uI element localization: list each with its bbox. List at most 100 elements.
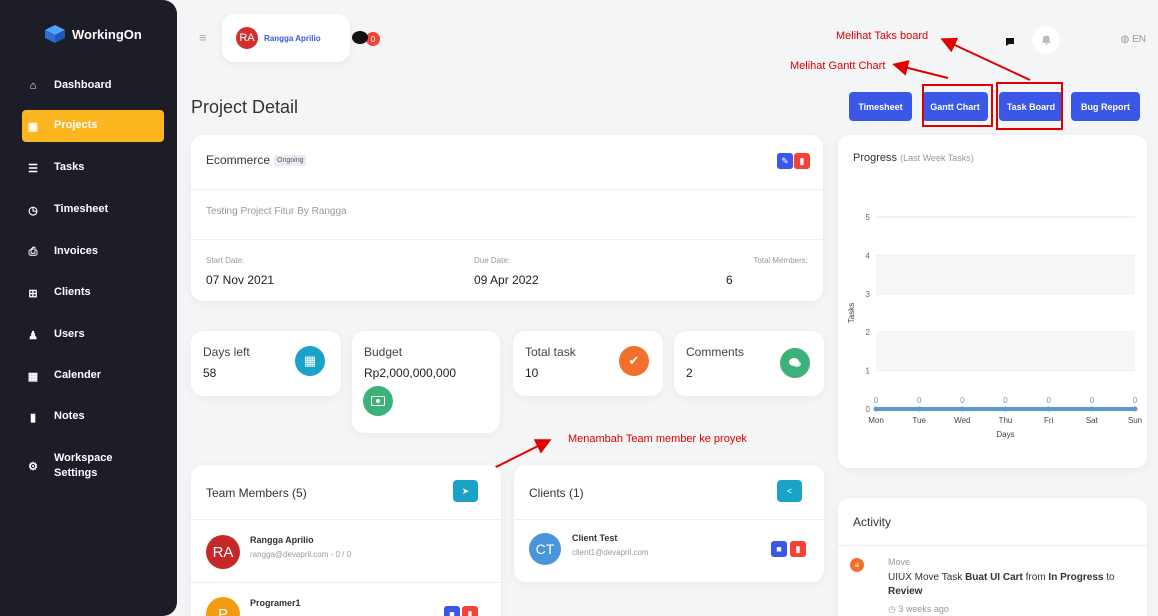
progress-chart: 012345Mon Tue Wed Thu Fri Sat SunDaysTasks0 0 0 0… bbox=[847, 213, 1142, 439]
divider bbox=[838, 545, 1147, 546]
trash-icon: ▮ bbox=[799, 155, 805, 166]
x-tick-label: Wed bbox=[954, 416, 970, 425]
lock-icon: ■ bbox=[449, 609, 455, 616]
y-tick-label: 0 bbox=[866, 405, 871, 414]
data-label: 0 bbox=[1090, 396, 1095, 405]
member-name: Programer1 bbox=[250, 598, 301, 608]
clients-card: Clients (1) < CT Client Test client1@dev… bbox=[514, 465, 824, 582]
x-tick-label: Sat bbox=[1086, 416, 1099, 425]
days-left-label: Days left bbox=[203, 345, 250, 359]
activity-title: Activity bbox=[853, 515, 892, 529]
budget-card: Budget Rp2,000,000,000 bbox=[352, 331, 500, 433]
activity-card: Activity ≡ Move UIUX Move Task Buat UI C… bbox=[838, 498, 1147, 616]
total-task-card: Total task 10 ✔ bbox=[513, 331, 663, 396]
data-point bbox=[1003, 406, 1008, 412]
comments-label: Comments bbox=[686, 345, 745, 359]
activity-to: Review bbox=[888, 585, 923, 597]
member-email: rangga@devapril.com - 0 / 0 bbox=[250, 550, 352, 559]
data-label: 0 bbox=[960, 396, 965, 405]
x-tick-label: Thu bbox=[999, 416, 1013, 425]
data-point bbox=[916, 406, 922, 412]
money-icon bbox=[363, 386, 393, 416]
data-point bbox=[873, 406, 879, 412]
send-icon: ➤ bbox=[461, 485, 470, 496]
data-label: 0 bbox=[1133, 396, 1138, 405]
trash-icon: ▮ bbox=[467, 608, 473, 616]
progress-header: Progress (Last Week Tasks) bbox=[853, 152, 974, 164]
trash-icon: ▮ bbox=[795, 543, 801, 554]
pencil-icon: ✎ bbox=[781, 155, 789, 166]
data-point bbox=[1046, 406, 1052, 412]
delete-button[interactable]: ▮ bbox=[794, 153, 810, 169]
start-date-label: Start Date: bbox=[206, 256, 245, 265]
x-tick-label: Mon bbox=[868, 416, 884, 425]
activity-middle: from bbox=[1022, 572, 1049, 583]
activity-text: UIUX Move Task Buat UI Cart from In Prog… bbox=[888, 571, 1128, 598]
team-members-title: Team Members (5) bbox=[206, 486, 307, 500]
y-tick-label: 2 bbox=[866, 328, 871, 337]
share-icon: < bbox=[786, 486, 793, 496]
comments-card: Comments 2 bbox=[674, 331, 824, 396]
total-task-label: Total task bbox=[525, 345, 576, 359]
data-point bbox=[1089, 406, 1095, 412]
activity-task: Buat UI Cart bbox=[965, 572, 1023, 583]
delete-client-button[interactable]: ▮ bbox=[790, 541, 806, 557]
activity-from: In Progress bbox=[1048, 572, 1104, 583]
divider bbox=[191, 519, 501, 520]
member-name: Rangga Aprilio bbox=[250, 535, 314, 545]
list-item[interactable]: CT Client Test client1@devapril.com ■ ▮ bbox=[529, 531, 809, 571]
data-label: 0 bbox=[874, 396, 879, 405]
data-label: 0 bbox=[917, 396, 922, 405]
progress-card: Progress (Last Week Tasks) 0 1 2 3 4 5 Mon Tue W… bbox=[838, 135, 1147, 468]
divider bbox=[191, 189, 823, 190]
project-description: Testing Project Fitur By Rangga bbox=[206, 206, 347, 217]
clients-title: Clients (1) bbox=[529, 486, 584, 500]
divider bbox=[514, 519, 824, 520]
project-name: Ecommerce bbox=[206, 153, 271, 167]
share-client-button[interactable]: < bbox=[777, 480, 802, 502]
activity-to-word: to bbox=[1103, 572, 1115, 583]
total-task-value: 10 bbox=[525, 366, 539, 380]
team-members-card: Team Members (5) ➤ RA Rangga Aprilio ran… bbox=[191, 465, 501, 616]
data-label: 0 bbox=[1003, 396, 1008, 405]
comments-value: 2 bbox=[686, 366, 693, 380]
check-icon: ✔ bbox=[619, 346, 649, 376]
due-date-label: Due Date: bbox=[474, 256, 511, 265]
days-left-card: Days left 58 ▦ bbox=[191, 331, 341, 396]
y-tick-label: 1 bbox=[866, 367, 871, 376]
y-tick-label: 4 bbox=[866, 251, 871, 260]
due-date-value: 09 Apr 2022 bbox=[474, 273, 539, 287]
data-point bbox=[959, 406, 965, 412]
lock-button[interactable]: ■ bbox=[444, 606, 460, 616]
delete-member-button[interactable]: ▮ bbox=[462, 606, 478, 616]
activity-time: ◷ 3 weeks ago bbox=[888, 604, 949, 615]
move-icon: ≡ bbox=[850, 558, 864, 572]
y-tick-label: 5 bbox=[866, 213, 871, 222]
grid-band bbox=[876, 332, 1135, 371]
project-header: Ecommerce Ongoing bbox=[206, 153, 307, 167]
budget-value: Rp2,000,000,000 bbox=[364, 366, 457, 380]
edit-button[interactable]: ✎ bbox=[777, 153, 793, 169]
progress-title: Progress bbox=[853, 152, 898, 164]
client-name: Client Test bbox=[572, 533, 618, 543]
avatar: CT bbox=[529, 533, 561, 565]
data-label: 0 bbox=[1046, 396, 1051, 405]
list-item[interactable]: RA Rangga Aprilio rangga@devapril.com - … bbox=[206, 533, 486, 577]
activity-type: Move bbox=[888, 557, 911, 567]
avatar: RA bbox=[206, 535, 240, 569]
activity-prefix: UIUX Move Task bbox=[888, 572, 966, 583]
clock-icon: ◷ bbox=[888, 604, 896, 614]
client-email: client1@devapril.com bbox=[572, 548, 649, 557]
list-item: ≡ Move UIUX Move Task Buat UI Cart from … bbox=[848, 556, 1138, 616]
progress-subtitle: (Last Week Tasks) bbox=[900, 153, 974, 163]
avatar: P bbox=[206, 597, 240, 616]
project-card: Ecommerce Ongoing ✎ ▮ Testing Project Fi… bbox=[191, 135, 823, 301]
total-members-value: 6 bbox=[726, 273, 733, 287]
list-item[interactable]: P Programer1 ■ ▮ bbox=[206, 595, 486, 616]
data-point bbox=[1132, 406, 1138, 412]
start-date-value: 07 Nov 2021 bbox=[206, 273, 275, 287]
divider bbox=[191, 239, 823, 240]
add-member-button[interactable]: ➤ bbox=[453, 480, 478, 502]
lock-client-button[interactable]: ■ bbox=[771, 541, 787, 557]
budget-label: Budget bbox=[364, 345, 403, 359]
